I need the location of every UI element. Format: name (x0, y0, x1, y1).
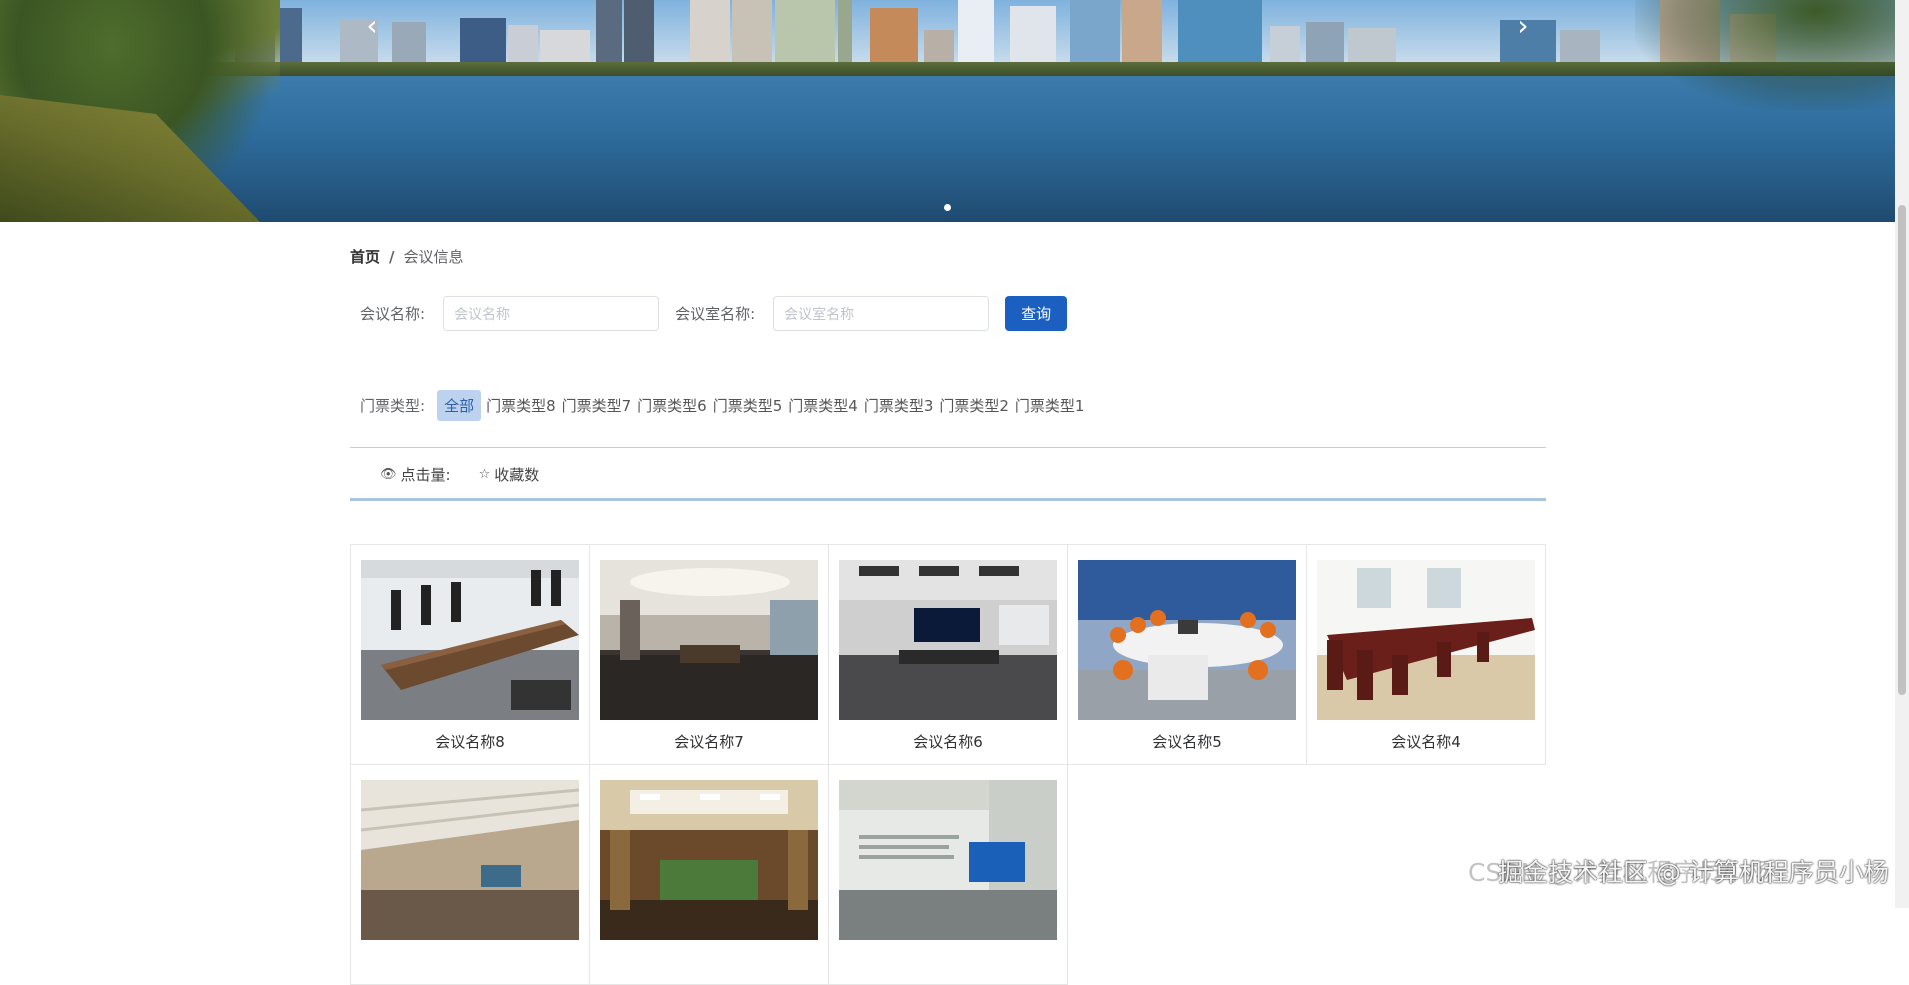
breadcrumb-current: 会议信息 (403, 248, 464, 266)
filter-item-type4[interactable]: 门票类型4 (785, 390, 861, 421)
chevron-left-icon[interactable]: ‹ (360, 12, 384, 40)
filter-item-type6[interactable]: 门票类型6 (634, 390, 710, 421)
scrollbar-thumb[interactable] (1898, 205, 1906, 695)
sort-by-clicks[interactable]: 👁 点击量: (380, 464, 451, 485)
filter-item-type1[interactable]: 门票类型1 (1012, 390, 1088, 421)
filter-item-type2[interactable]: 门票类型2 (936, 390, 1012, 421)
sort-favorites-label: 收藏数 (494, 466, 540, 484)
banner-tree-right (1635, 0, 1895, 110)
breadcrumb-home[interactable]: 首页 (350, 246, 380, 267)
meeting-room-image[interactable] (600, 780, 818, 940)
meeting-room-image[interactable] (361, 780, 579, 940)
meeting-card[interactable] (589, 764, 829, 985)
watermark: CSDN @计算机程序员小杨 掘金技术社区 @ 计算机程序员小杨 (1468, 853, 1889, 889)
query-button[interactable]: 查询 (1005, 296, 1068, 331)
filter-item-type7[interactable]: 门票类型7 (559, 390, 635, 421)
meeting-room-image[interactable] (839, 560, 1057, 720)
filter-item-type8[interactable]: 门票类型8 (483, 390, 559, 421)
sort-by-favorites[interactable]: ☆ 收藏数 (479, 464, 540, 485)
room-name-placeholder: 会议室名称 (784, 306, 855, 323)
breadcrumb: 首页 / 会议信息 (350, 246, 464, 267)
banner-carousel[interactable]: ‹ › (0, 0, 1895, 222)
watermark-text: 掘金技术社区 @ 计算机程序员小杨 (1498, 858, 1889, 887)
meeting-card[interactable]: 会议名称8 (350, 544, 590, 765)
sort-clicks-label: 点击量: (400, 466, 451, 484)
meeting-card-name[interactable]: 会议名称8 (351, 731, 589, 752)
carousel-indicator-dot[interactable] (944, 204, 951, 211)
filter-item-type3[interactable]: 门票类型3 (861, 390, 937, 421)
room-name-input[interactable]: 会议室名称 (773, 296, 990, 331)
meeting-card[interactable]: 会议名称5 (1067, 544, 1307, 765)
filter-item-type5[interactable]: 门票类型5 (710, 390, 786, 421)
ticket-type-filter: 门票类型: 全部 门票类型8 门票类型7 门票类型6 门票类型5 门票类型4 门… (360, 390, 1087, 421)
chevron-right-icon[interactable]: › (1511, 12, 1535, 40)
meeting-card-name[interactable]: 会议名称4 (1307, 731, 1545, 752)
meeting-name-placeholder: 会议名称 (454, 306, 511, 323)
eye-icon: 👁 (380, 467, 397, 482)
filter-item-all[interactable]: 全部 (437, 390, 482, 421)
meeting-room-image[interactable] (1317, 560, 1535, 720)
meeting-card-name[interactable]: 会议名称5 (1068, 731, 1306, 752)
meeting-room-image[interactable] (839, 780, 1057, 940)
meeting-name-label: 会议名称: (360, 305, 426, 323)
meeting-card[interactable]: 会议名称7 (589, 544, 829, 765)
meeting-room-image[interactable] (361, 560, 579, 720)
meeting-card[interactable]: 会议名称4 (1306, 544, 1546, 765)
sort-bar: 👁 点击量: ☆ 收藏数 (380, 464, 567, 485)
meeting-card[interactable] (828, 764, 1068, 985)
meeting-card-name[interactable]: 会议名称6 (829, 731, 1067, 752)
meeting-card-name[interactable]: 会议名称7 (590, 731, 828, 752)
meeting-room-image[interactable] (1078, 560, 1296, 720)
search-form: 会议名称: 会议名称 会议室名称: 会议室名称 查询 (360, 296, 1068, 331)
breadcrumb-separator: / (389, 247, 395, 266)
meeting-card[interactable]: 会议名称6 (828, 544, 1068, 765)
ticket-type-label: 门票类型: (360, 397, 426, 415)
meeting-card[interactable] (350, 764, 590, 985)
banner-water (0, 76, 1895, 222)
meeting-room-image[interactable] (600, 560, 818, 720)
meeting-name-input[interactable]: 会议名称 (443, 296, 660, 331)
sort-underline (350, 498, 1546, 501)
page-scrollbar[interactable] (1895, 0, 1909, 908)
meeting-card-grid: 会议名称8 会议名称7 会议名称6 会议名称5 会议名称4 (350, 544, 1546, 985)
room-name-label: 会议室名称: (675, 305, 756, 323)
banner-riverbank (0, 62, 1895, 76)
star-outline-icon: ☆ (478, 467, 491, 482)
filter-divider (350, 447, 1546, 448)
